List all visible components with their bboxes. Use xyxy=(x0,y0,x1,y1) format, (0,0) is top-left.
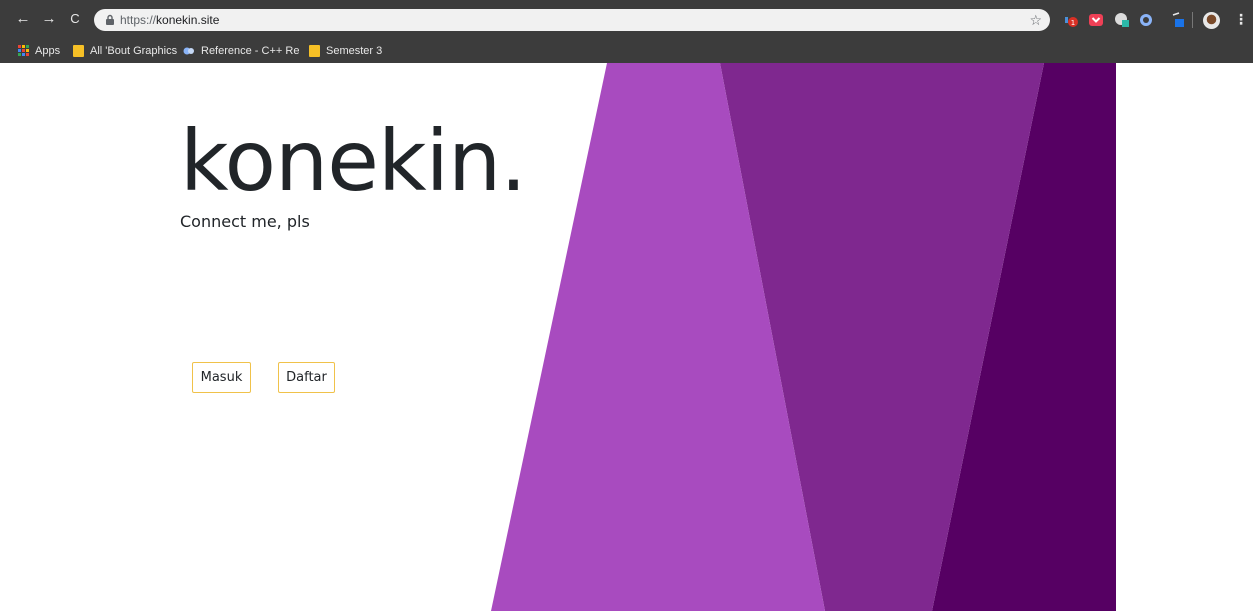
bookmark-apps[interactable]: Apps xyxy=(18,42,60,59)
bookmarks-bar: Apps All 'Bout Graphics Reference - C++ … xyxy=(0,38,1253,63)
landing-page: konekin. Connect me, pls Masuk Daftar xyxy=(0,63,1253,611)
tagline: Connect me, pls xyxy=(180,212,310,231)
login-button[interactable]: Masuk xyxy=(192,362,251,393)
profile-avatar[interactable] xyxy=(1203,12,1220,29)
brand-title: konekin. xyxy=(180,112,527,210)
url-host: konekin.site xyxy=(156,13,220,27)
page-edge-line xyxy=(0,63,8,611)
folder-icon xyxy=(73,44,84,57)
bookmark-semester-3[interactable]: Semester 3 xyxy=(309,42,382,59)
site-favicon xyxy=(183,47,194,54)
toolbar-divider xyxy=(1192,12,1193,28)
bookmark-star-icon[interactable]: ☆ xyxy=(1029,11,1042,29)
extension-icon[interactable] xyxy=(1138,12,1154,28)
svg-text:1: 1 xyxy=(1071,19,1075,27)
extension-icon[interactable]: 1 xyxy=(1063,12,1079,28)
url-protocol: https:// xyxy=(120,13,157,27)
forward-button[interactable]: → xyxy=(40,10,58,28)
lock-icon xyxy=(106,14,114,25)
bookmark-all-bout-graphics[interactable]: All 'Bout Graphics xyxy=(73,42,177,59)
bookmark-label: Semester 3 xyxy=(326,44,383,57)
browser-menu-icon[interactable]: ⋮ xyxy=(1234,11,1248,27)
browser-toolbar: ← → C https://konekin.site ☆ 1 ⋮ xyxy=(0,0,1253,38)
url-text: https://konekin.site xyxy=(120,12,219,28)
bookmark-label: Reference - C++ Refe xyxy=(201,44,299,57)
folder-icon xyxy=(309,44,320,57)
address-bar[interactable]: https://konekin.site ☆ xyxy=(94,9,1050,31)
bookmark-label: Apps xyxy=(35,44,61,57)
bookmark-reference-cpp[interactable]: Reference - C++ Refe xyxy=(182,42,299,59)
apps-grid-icon xyxy=(18,45,29,56)
register-button[interactable]: Daftar xyxy=(278,362,335,393)
browser-chrome: ← → C https://konekin.site ☆ 1 ⋮ Apps Al… xyxy=(0,0,1253,63)
back-button[interactable]: ← xyxy=(14,10,32,28)
reload-button[interactable]: C xyxy=(66,10,84,28)
extension-icon[interactable] xyxy=(1114,12,1130,28)
bookmark-label: All 'Bout Graphics xyxy=(90,44,178,57)
extension-icon[interactable] xyxy=(1170,12,1186,28)
pocket-icon[interactable] xyxy=(1088,12,1104,28)
